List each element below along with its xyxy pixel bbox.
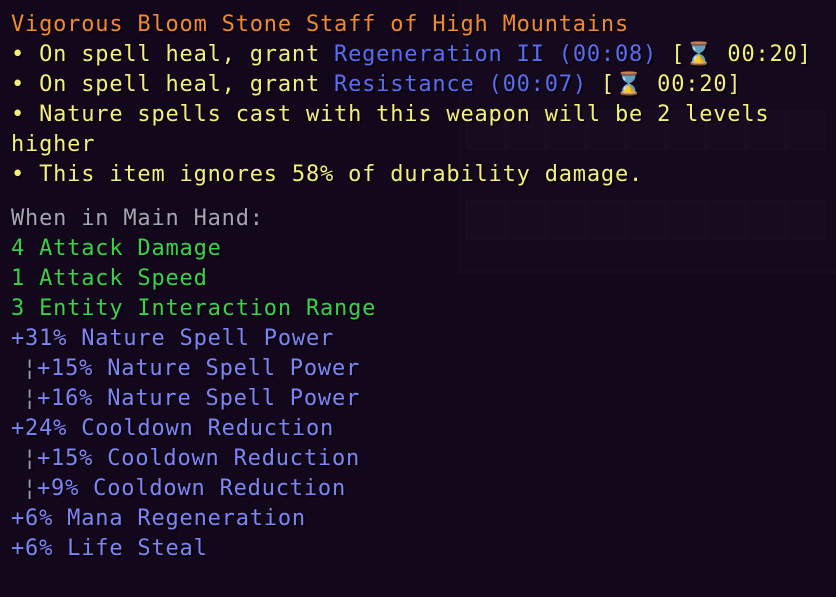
main-hand-header: When in Main Hand:	[11, 206, 264, 231]
cooldown-sub: ¦+9% Cooldown Reduction	[11, 474, 836, 504]
nature-power-total: +31% Nature Spell Power	[11, 326, 335, 351]
interaction-range-stat: 3 Entity Interaction Range	[11, 296, 377, 321]
effect-line-regeneration: • On spell heal, grant Regeneration II (…	[11, 40, 836, 70]
effect-line-resistance: • On spell heal, grant Resistance (00:07…	[11, 70, 836, 100]
nature-power-sub: ¦+16% Nature Spell Power	[11, 384, 836, 414]
item-tooltip: Vigorous Bloom Stone Staff of High Mount…	[0, 0, 836, 597]
tree-bar: ¦	[23, 476, 38, 501]
nature-levels-line-cont: higher	[11, 132, 96, 157]
effect-cooldown: [⌛ 00:20]	[586, 72, 742, 97]
tree-bar: ¦	[23, 446, 38, 471]
nature-levels-line: • Nature spells cast with this weapon wi…	[11, 102, 770, 127]
mana-regeneration-stat: +6% Mana Regeneration	[11, 506, 306, 531]
effect-name: Regeneration II (00:08)	[334, 42, 658, 67]
cooldown-sub: ¦+15% Cooldown Reduction	[11, 444, 836, 474]
effect-prefix: • On spell heal, grant	[11, 72, 335, 97]
tree-bar: ¦	[23, 386, 38, 411]
effect-cooldown: [⌛ 00:20]	[657, 42, 812, 67]
cooldown-total: +24% Cooldown Reduction	[11, 416, 335, 441]
durability-line: • This item ignores 58% of durability da…	[11, 162, 644, 187]
effect-prefix: • On spell heal, grant	[11, 42, 335, 67]
effect-name: Resistance (00:07)	[334, 72, 587, 97]
life-steal-stat: +6% Life Steal	[11, 536, 208, 561]
attack-speed-stat: 1 Attack Speed	[11, 266, 208, 291]
attack-damage-stat: 4 Attack Damage	[11, 236, 222, 261]
item-name: Vigorous Bloom Stone Staff of High Mount…	[11, 12, 629, 37]
tree-bar: ¦	[23, 356, 38, 381]
nature-power-sub: ¦+15% Nature Spell Power	[11, 354, 836, 384]
